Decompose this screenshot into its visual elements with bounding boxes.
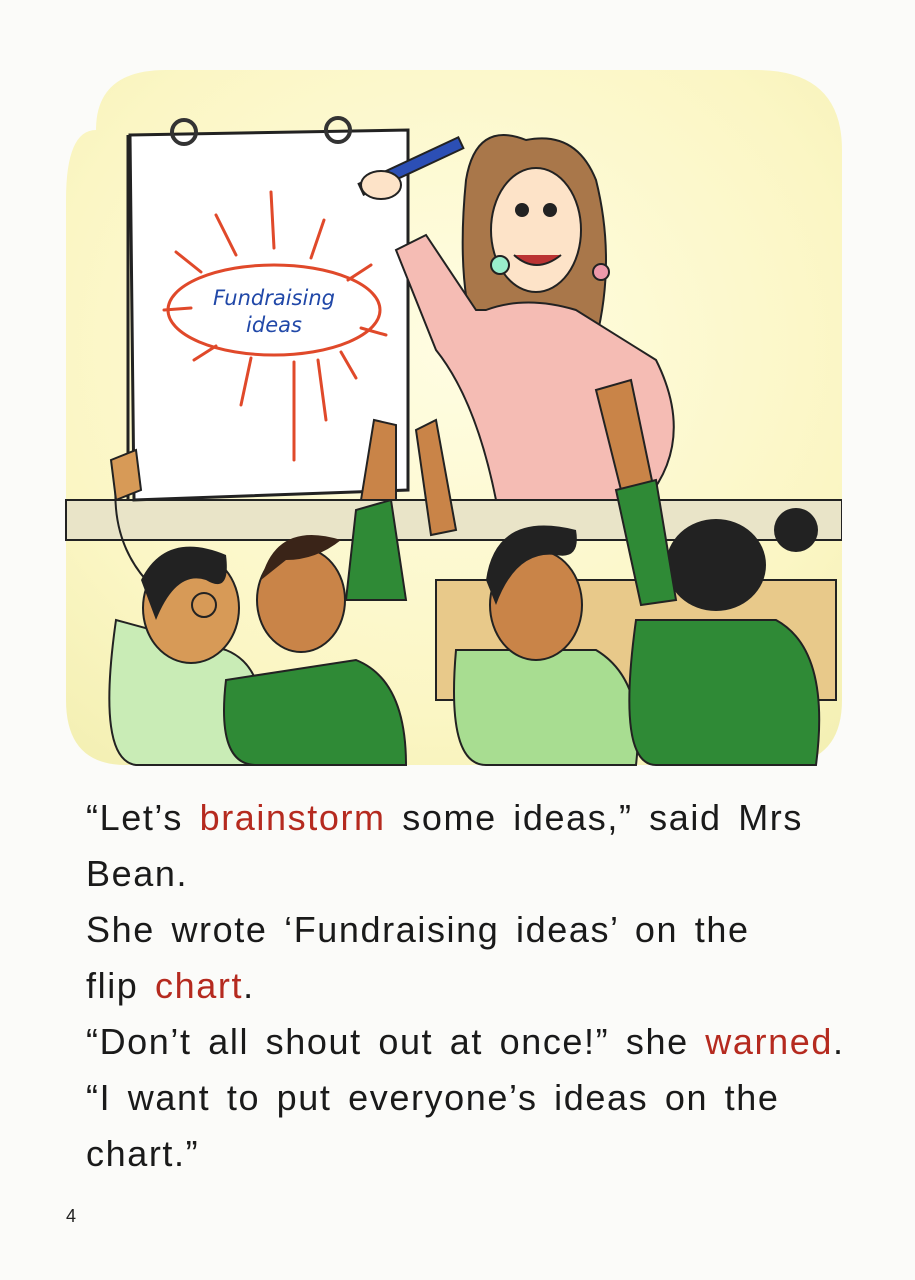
story-line-5: “Don’t all shout out at once!” she warne… — [86, 1021, 845, 1062]
page-number: 4 — [66, 1206, 77, 1226]
classroom-illustration: Fundraising ideas — [65, 70, 842, 766]
flipchart-label-line1: Fundraising — [213, 286, 335, 310]
story-line-6: “I want to put everyone’s ideas on the — [86, 1077, 780, 1118]
story-line-7: chart.” — [86, 1133, 200, 1174]
story-text: “Let’s brainstorm some ideas,” said Mrs … — [86, 790, 846, 1182]
story-line-1: “Let’s brainstorm some ideas,” said Mrs — [86, 797, 803, 838]
vocab-word-brainstorm: brainstorm — [199, 797, 386, 838]
story-line-3: She wrote ‘Fundraising ideas’ on the — [86, 909, 750, 950]
story-line-4: flip chart. — [86, 965, 255, 1006]
vocab-word-warned: warned — [705, 1021, 833, 1062]
vocab-word-chart: chart — [155, 965, 244, 1006]
flipchart-label-line2: ideas — [246, 313, 302, 337]
story-line-2: Bean. — [86, 853, 189, 894]
